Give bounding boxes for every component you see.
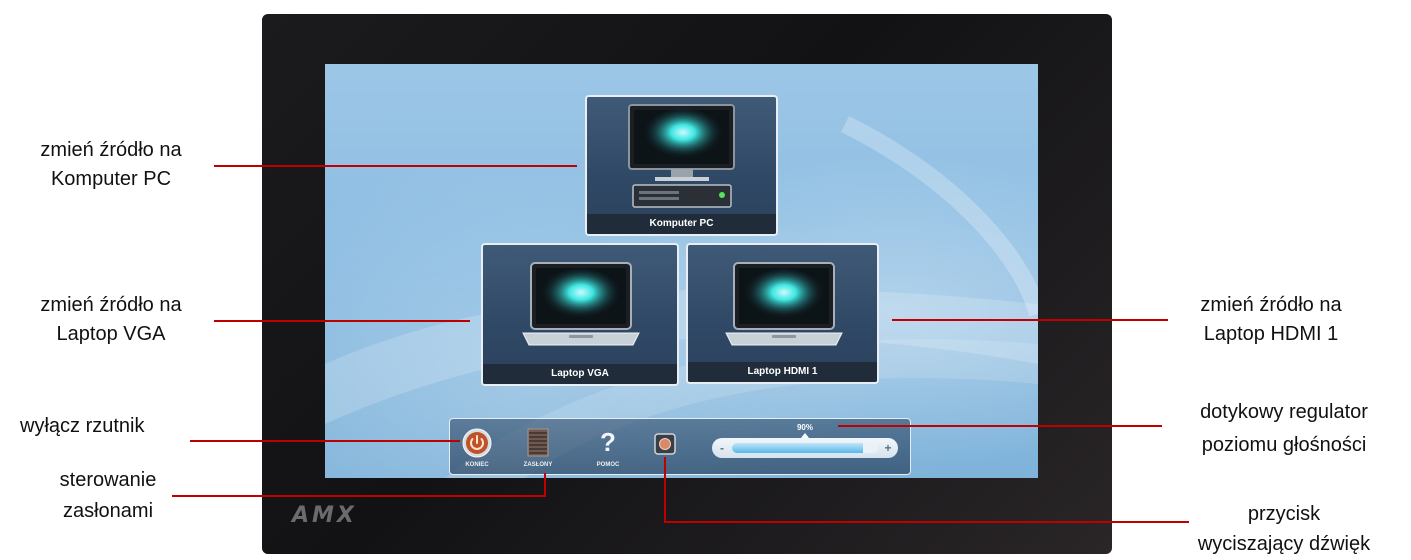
volume-plus[interactable]: + <box>880 439 896 457</box>
annotation-line: dotykowy regulator <box>1200 401 1368 423</box>
mute-button[interactable] <box>654 433 676 455</box>
source-button-komputer-pc[interactable]: Komputer PC <box>585 95 778 236</box>
annotation-line: zmień źródło na <box>40 294 182 316</box>
laptop-icon <box>522 262 640 346</box>
volume-percent: 90% <box>796 423 813 432</box>
annotation-line: Laptop VGA <box>56 323 166 345</box>
desktop-computer-icon <box>628 104 735 208</box>
annotation-blinds: sterowanie zasłonami <box>32 467 184 525</box>
help-label: POMOC <box>596 462 620 468</box>
blinds-label: ZASŁONY <box>523 462 553 468</box>
annotation-line: zmień źródło na <box>40 139 182 161</box>
blinds-button[interactable]: ZASŁONY <box>524 428 552 468</box>
power-label: KONIEC <box>465 462 489 468</box>
annotation-hdmi: zmień źródło na Laptop HDMI 1 <box>1158 292 1384 348</box>
annotation-line: wyłącz rzutnik <box>20 415 145 437</box>
question-mark-icon: ? <box>600 427 616 457</box>
annotation-mute: przycisk wyciszający dźwięk <box>1160 501 1408 558</box>
annotation-volume: dotykowy regulator poziomu głośności <box>1160 399 1408 459</box>
volume-track[interactable] <box>732 443 878 453</box>
annotation-line: zasłonami <box>62 500 154 522</box>
annotation-power: wyłącz rzutnik <box>20 413 200 440</box>
volume-slider[interactable]: - + <box>712 438 898 458</box>
brand-logo: AMX <box>292 503 357 528</box>
source-label: Laptop HDMI 1 <box>688 362 877 382</box>
help-button[interactable]: ? POMOC <box>597 427 620 468</box>
annotation-line: zmień źródło na <box>1200 294 1342 316</box>
annotation-vga: zmień źródło na Laptop VGA <box>8 292 214 348</box>
blinds-icon <box>527 428 549 457</box>
source-label: Laptop VGA <box>483 364 677 384</box>
source-button-laptop-vga[interactable]: Laptop VGA <box>481 243 679 386</box>
laptop-icon <box>725 262 843 346</box>
annotation-line: poziomu głośności <box>1201 434 1367 456</box>
source-label: Komputer PC <box>587 214 776 234</box>
annotation-pc: zmień źródło na Komputer PC <box>8 137 214 193</box>
volume-level-fill <box>732 443 864 453</box>
power-icon <box>462 428 492 458</box>
annotation-line: Komputer PC <box>50 168 172 190</box>
annotation-line: sterowanie <box>59 469 157 491</box>
power-off-button[interactable]: KONIEC <box>462 428 492 468</box>
annotation-line: Laptop HDMI 1 <box>1203 323 1339 345</box>
source-button-laptop-hdmi-1[interactable]: Laptop HDMI 1 <box>686 243 879 384</box>
mute-icon <box>654 433 676 455</box>
annotation-line: przycisk <box>1247 503 1321 525</box>
volume-minus[interactable]: - <box>714 439 730 457</box>
annotation-line: wyciszający dźwięk <box>1197 533 1371 555</box>
